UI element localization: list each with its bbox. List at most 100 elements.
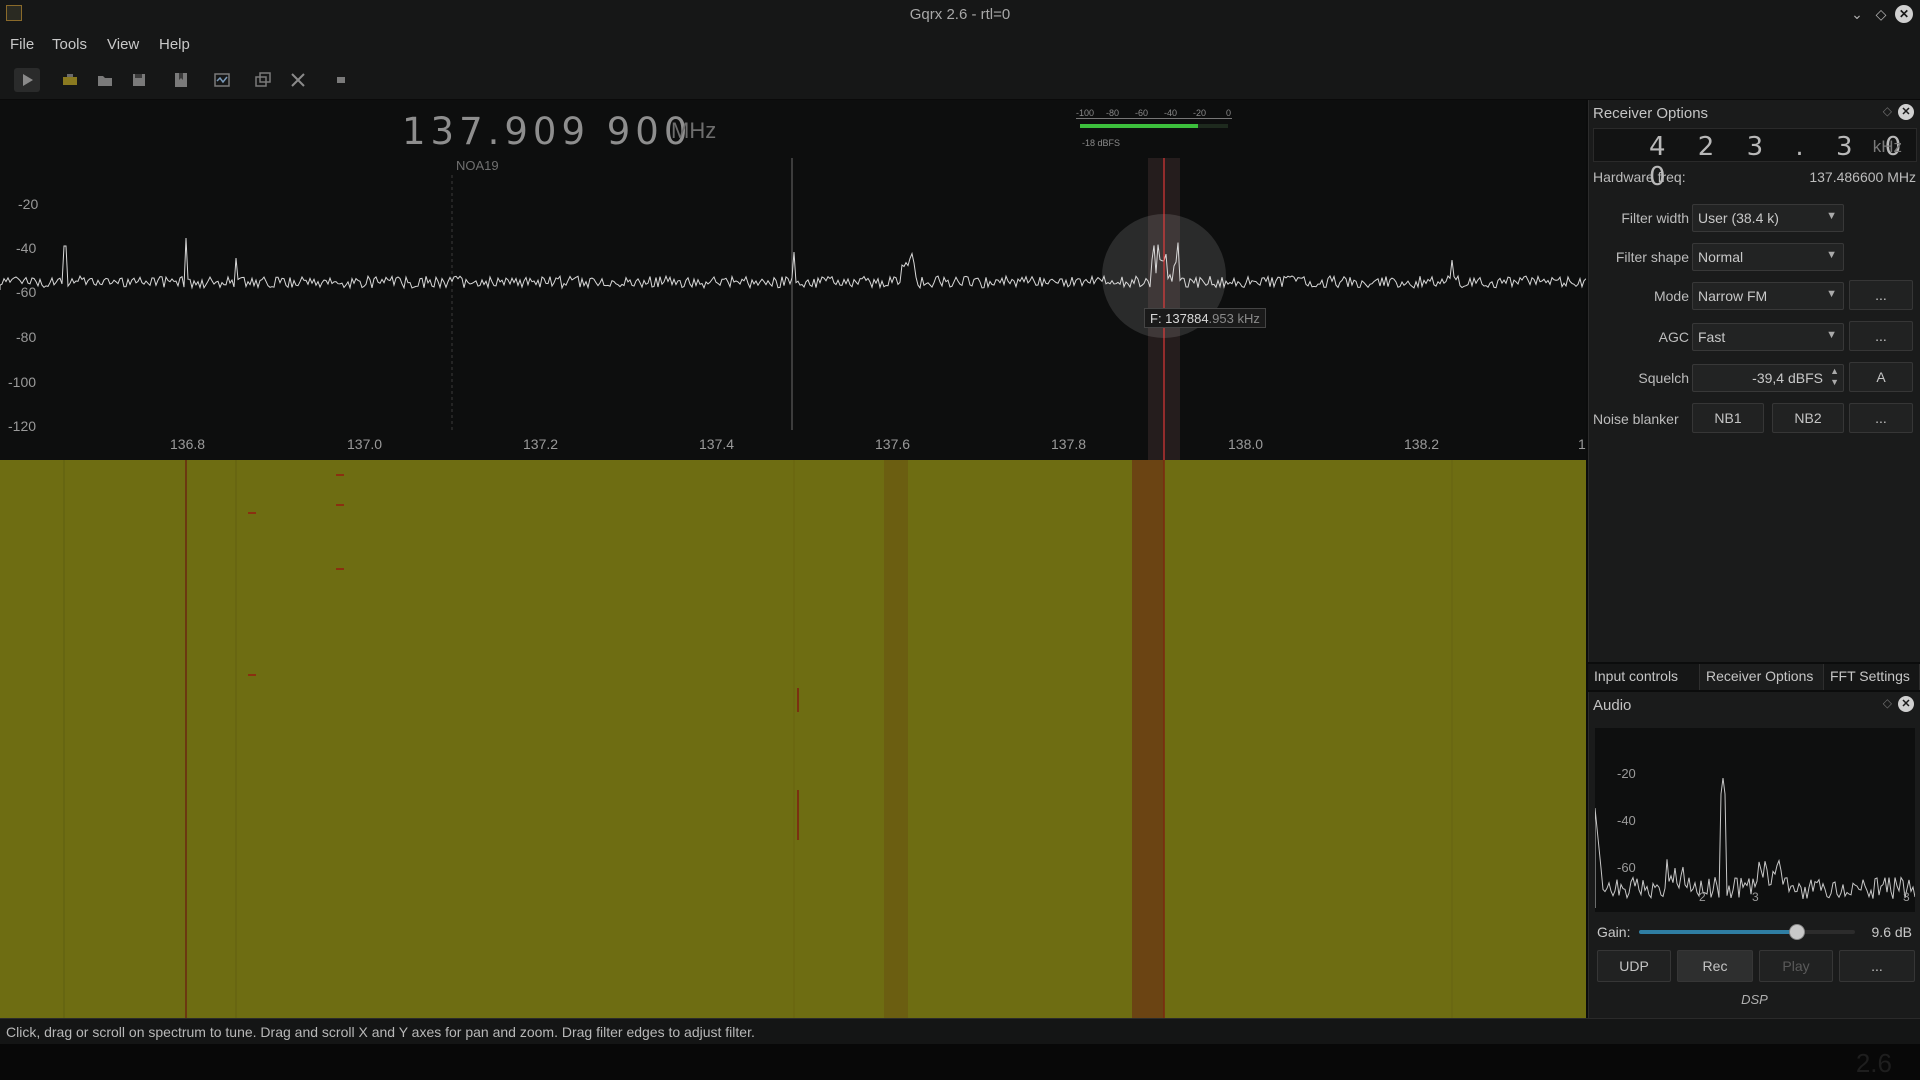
close-icon[interactable]: ✕ xyxy=(1898,104,1914,120)
offset-unit: kHz xyxy=(1872,137,1902,156)
device-icon[interactable] xyxy=(57,68,83,92)
menu-view[interactable]: View xyxy=(107,36,139,53)
bookmark-icon[interactable] xyxy=(168,68,194,92)
tab-receiver-options[interactable]: Receiver Options xyxy=(1700,664,1824,690)
tab-input-controls[interactable]: Input controls xyxy=(1588,664,1700,690)
spectrum-x-tick: 137.4 xyxy=(699,436,735,452)
maximize-icon[interactable]: ◇ xyxy=(1872,5,1890,23)
stop-icon[interactable] xyxy=(328,68,354,92)
waterfall-stripe xyxy=(1132,460,1164,1018)
menu-help[interactable]: Help xyxy=(159,36,190,53)
nb2-button[interactable]: NB2 xyxy=(1772,403,1844,433)
float-icon[interactable]: ◇ xyxy=(1883,104,1892,118)
waterfall-plot[interactable] xyxy=(0,460,1586,1018)
filter-shape-label: Filter shape xyxy=(1615,249,1689,265)
mode-label: Mode xyxy=(1653,288,1689,304)
spectrum-y-tick: -40 xyxy=(16,240,37,256)
spectrum-plot[interactable]: 137.909 900 MHz NOA19 -100 -80 -60 -40 -… xyxy=(0,100,1586,460)
waterfall-blip xyxy=(797,790,799,840)
gain-slider[interactable] xyxy=(1639,924,1855,940)
minimize-icon[interactable]: ⌄ xyxy=(1848,5,1866,23)
audio-y-tick: -40 xyxy=(1617,813,1636,828)
audio-panel: Audio ◇ ✕ -20 -40 -60 2 3 3 Gain: 9.6 dB… xyxy=(1588,692,1920,1018)
dock-icon[interactable] xyxy=(250,68,276,92)
open-icon[interactable] xyxy=(92,68,118,92)
bottom-strip: 2.6 xyxy=(0,1044,1920,1080)
spin-arrows-icon[interactable]: ▲ ▼ xyxy=(1830,366,1839,388)
close-icon[interactable]: ✕ xyxy=(1898,696,1914,712)
status-message: Click, drag or scroll on spectrum to tun… xyxy=(6,1024,755,1040)
iq-tool-icon[interactable] xyxy=(209,68,235,92)
audio-options-button[interactable]: ... xyxy=(1839,950,1915,982)
meter-scale-label: 0 xyxy=(1226,108,1232,118)
float-icon[interactable]: ◇ xyxy=(1883,696,1892,710)
mode-options-button[interactable]: ... xyxy=(1849,280,1913,310)
agc-select[interactable]: Fast ▼ xyxy=(1692,323,1844,351)
settings-icon[interactable] xyxy=(285,68,311,92)
rec-button[interactable]: Rec xyxy=(1677,950,1753,982)
agc-value: Fast xyxy=(1698,329,1726,345)
spectrum-x-tick: 136.8 xyxy=(170,436,206,452)
spectrum-x-tick: 138.2 xyxy=(1404,436,1440,452)
spectrum-x-tick: 137.8 xyxy=(1051,436,1087,452)
play-icon[interactable] xyxy=(14,68,40,92)
mode-value: Narrow FM xyxy=(1698,288,1768,304)
meter-scale-label: -40 xyxy=(1164,108,1178,118)
meter-scale-label: -60 xyxy=(1135,108,1149,118)
meter-scale-label: -20 xyxy=(1193,108,1207,118)
noise-blanker-label: Noise blanker xyxy=(1593,411,1679,427)
squelch-spinbox[interactable]: -39,4 dBFS ▲ ▼ xyxy=(1692,364,1844,392)
agc-label: AGC xyxy=(1658,329,1689,345)
waterfall-blip xyxy=(336,504,344,506)
tooltip-freq-dim: .953 kHz xyxy=(1208,311,1260,326)
plot-area: 137.909 900 MHz NOA19 -100 -80 -60 -40 -… xyxy=(0,100,1586,1018)
gain-slider-handle[interactable] xyxy=(1788,924,1805,940)
spectrum-trace-svg[interactable] xyxy=(0,100,1586,460)
window-title: Gqrx 2.6 - rtl=0 xyxy=(909,6,1011,23)
frequency-display[interactable]: 137.909 900 xyxy=(402,110,692,153)
waterfall-background xyxy=(0,460,1586,1018)
play-button[interactable]: Play xyxy=(1759,950,1833,982)
filter-width-select[interactable]: User (38.4 k) ▼ xyxy=(1692,204,1844,232)
meter-bar-track xyxy=(1080,124,1228,128)
faded-version-text: 2.6 xyxy=(1855,1048,1892,1078)
noise-blanker-options-button[interactable]: ... xyxy=(1849,403,1913,433)
bookmark-tag[interactable]: NOA19 xyxy=(456,158,499,173)
squelch-auto-button[interactable]: A xyxy=(1849,362,1913,392)
title-bar: Gqrx 2.6 - rtl=0 ⌄ ◇ ✕ xyxy=(0,0,1920,28)
audio-fft-plot[interactable]: -20 -40 -60 2 3 3 xyxy=(1595,728,1915,912)
panel-title: Receiver Options xyxy=(1593,105,1709,122)
waterfall-blip xyxy=(248,512,256,514)
audio-x-tick: 3 xyxy=(1903,890,1910,904)
spectrum-x-tick: 137.6 xyxy=(875,436,911,452)
udp-button[interactable]: UDP xyxy=(1597,950,1671,982)
waterfall-blip xyxy=(248,674,256,676)
offset-frequency-display[interactable]: 4 2 3 . 3 0 0 kHz xyxy=(1593,128,1917,192)
meter-readout: -18 dBFS xyxy=(1082,138,1121,148)
waterfall-stripe xyxy=(793,460,795,1018)
agc-options-button[interactable]: ... xyxy=(1849,321,1913,351)
waterfall-blip xyxy=(797,688,799,712)
receiver-options-header: Receiver Options ◇ ✕ xyxy=(1589,100,1920,126)
nb1-button[interactable]: NB1 xyxy=(1692,403,1764,433)
frequency-unit: MHz xyxy=(671,118,717,143)
spectrum-y-tick: -120 xyxy=(8,418,37,434)
filter-width-value: User (38.4 k) xyxy=(1698,210,1779,226)
menu-bar: File Tools View Help xyxy=(0,28,1920,60)
chevron-down-icon: ▼ xyxy=(1826,249,1837,261)
audio-x-tick: 3 xyxy=(1752,890,1759,904)
menu-file[interactable]: File xyxy=(10,36,34,53)
menu-tools[interactable]: Tools xyxy=(52,36,87,53)
spectrum-x-tick: 138.0 xyxy=(1228,436,1264,452)
waterfall-svg[interactable] xyxy=(0,460,1586,1018)
spectrum-y-tick: -60 xyxy=(16,284,37,300)
tab-fft-settings[interactable]: FFT Settings xyxy=(1824,664,1920,690)
filter-shape-select[interactable]: Normal ▼ xyxy=(1692,243,1844,271)
spectrum-x-tick: 137.0 xyxy=(347,436,383,452)
squelch-label: Squelch xyxy=(1638,370,1689,386)
waterfall-stripe xyxy=(235,460,237,1018)
mode-select[interactable]: Narrow FM ▼ xyxy=(1692,282,1844,310)
save-icon[interactable] xyxy=(126,68,152,92)
close-icon[interactable]: ✕ xyxy=(1895,5,1913,23)
spectrum-y-tick: -20 xyxy=(18,196,39,212)
